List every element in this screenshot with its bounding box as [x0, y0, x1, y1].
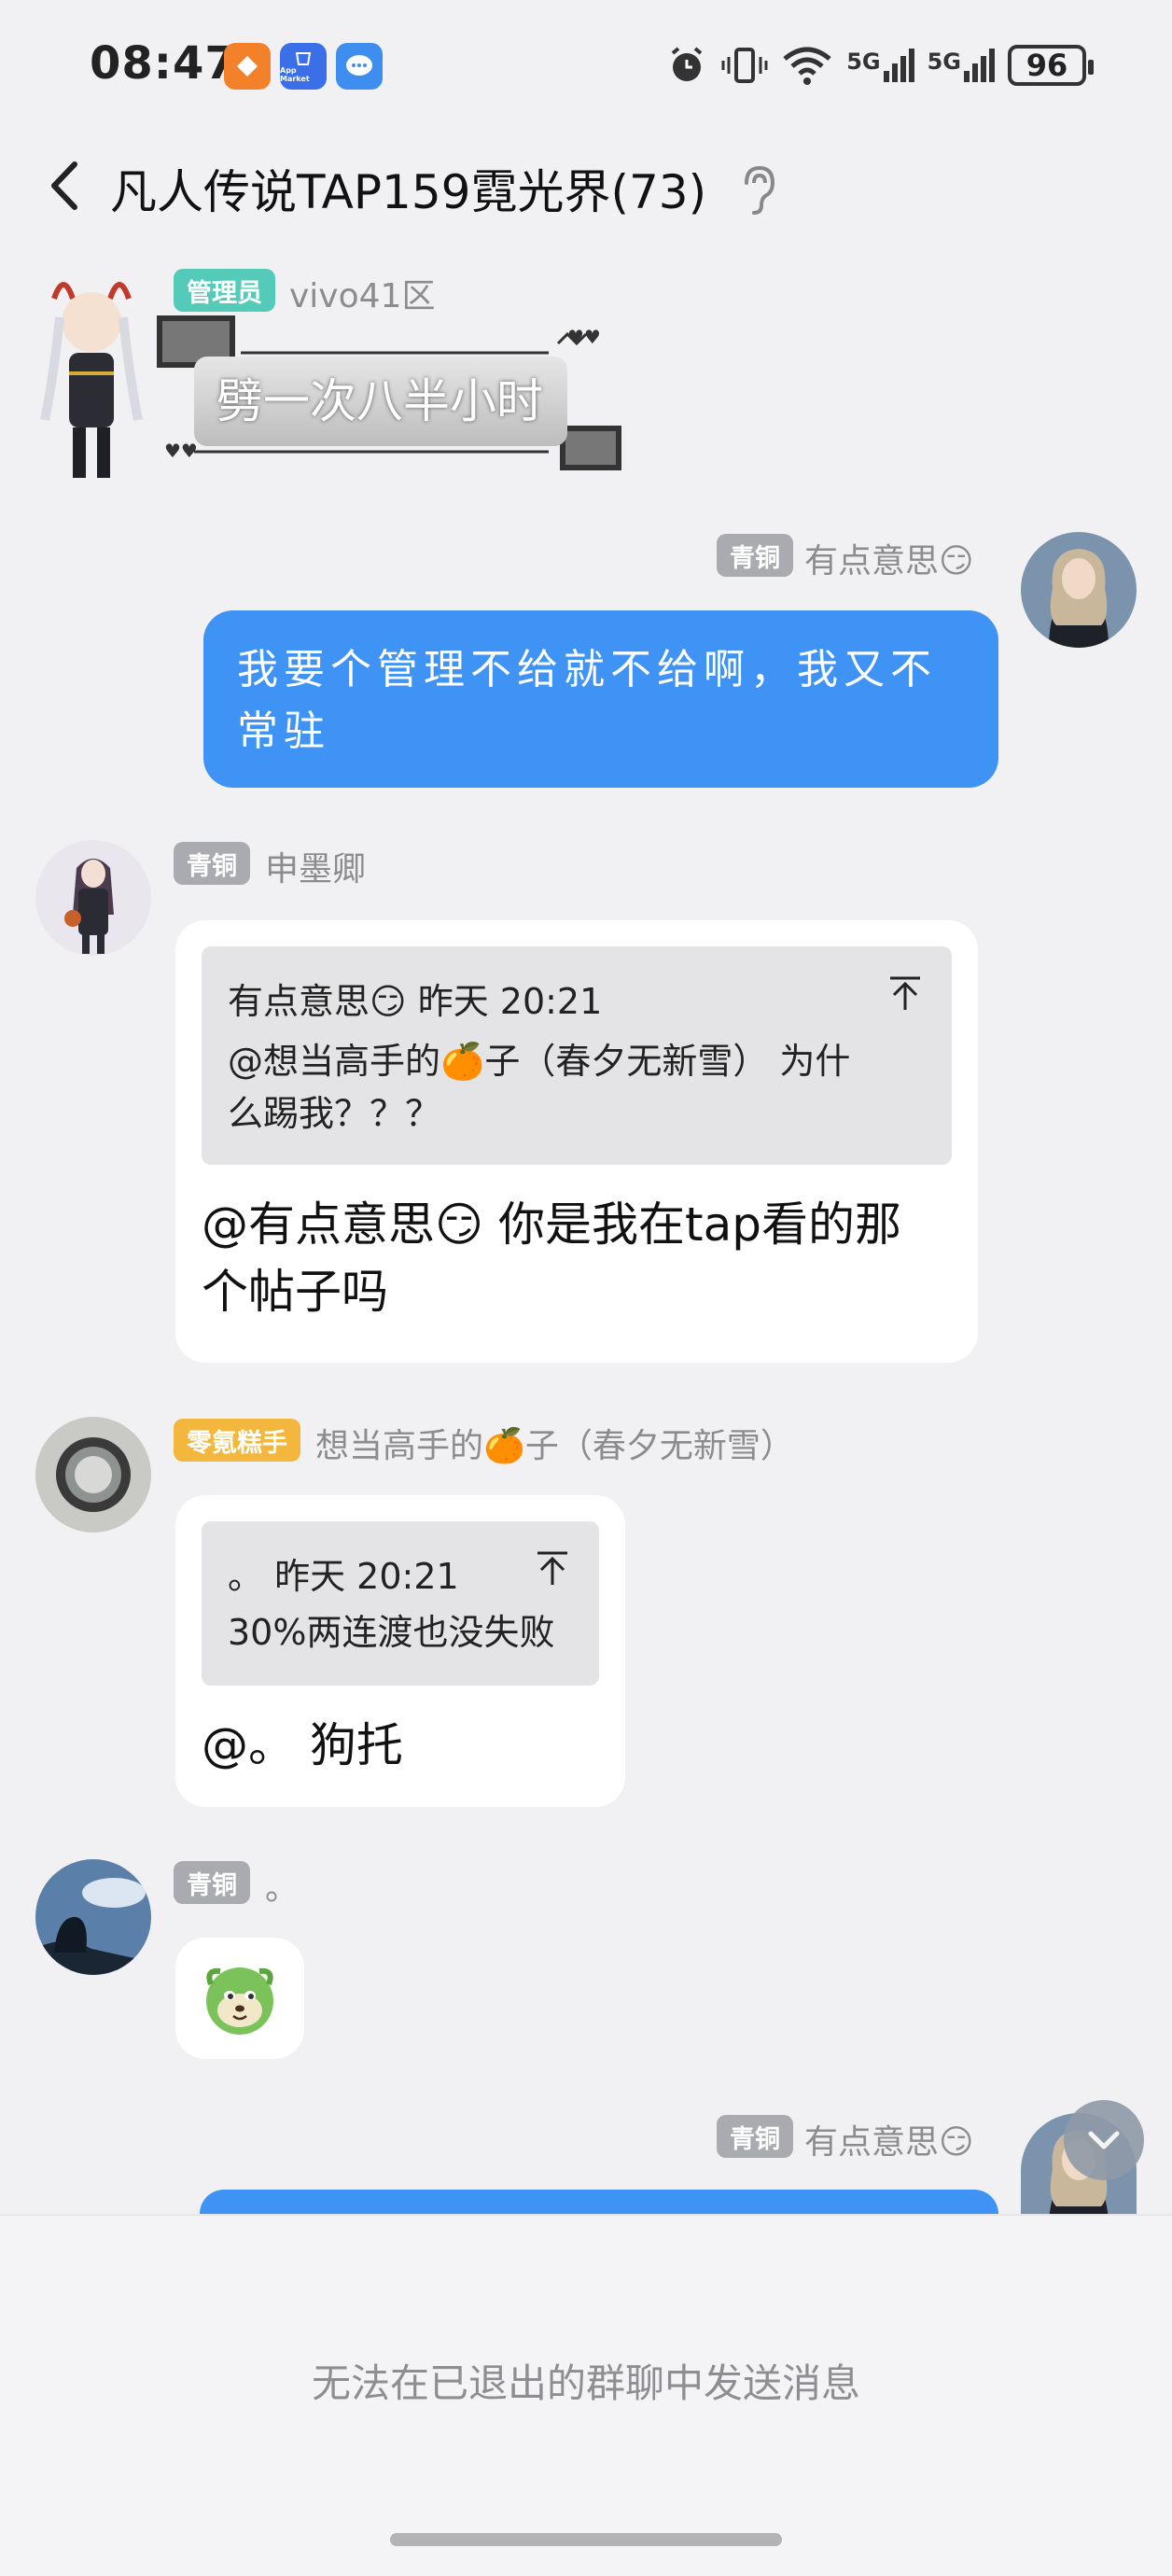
status-bar: 08:47 App Market 5G 5G 96	[0, 0, 1172, 131]
chevron-left-icon	[51, 161, 77, 210]
level-badge: 青铜	[174, 842, 250, 885]
status-icons: 5G 5G 96	[665, 37, 1094, 93]
chat-title[interactable]: 凡人传说TAP159霓光界(73)	[110, 155, 706, 222]
message-text: 劈一次八半小时	[216, 374, 543, 428]
woman-portrait-avatar-icon	[1021, 532, 1137, 648]
avatar[interactable]	[35, 1859, 151, 1975]
app-notification-icon	[224, 43, 271, 90]
left-group-notice: 无法在已退出的群聊中发送消息	[311, 2360, 860, 2406]
svg-text:♥♥: ♥♥	[567, 326, 601, 348]
sender-name[interactable]: 想当高手的🍊子（春夕无新雪）	[315, 1419, 794, 1467]
avatar[interactable]	[1021, 532, 1137, 648]
scroll-to-bottom-button[interactable]	[1064, 2100, 1144, 2180]
level-badge: 青铜	[717, 2115, 793, 2158]
message-bubble[interactable]: 有点意思😏 昨天 20:21 @想当高手的🍊子（春夕无新雪） 为什 么踢我？？？…	[175, 920, 978, 1363]
quoted-message[interactable]: 有点意思😏 昨天 20:21 @想当高手的🍊子（春夕无新雪） 为什 么踢我？？？	[202, 946, 952, 1165]
message-app-icon	[336, 43, 383, 90]
message-text-line-2: 个帖子吗	[202, 1265, 388, 1319]
signal-1: 5G	[846, 49, 914, 82]
quote-line-1: 30%两连渡也没失败	[228, 1612, 555, 1653]
quoted-message[interactable]: 。 昨天 20:21 30%两连渡也没失败	[202, 1521, 599, 1686]
sender-name[interactable]: 。	[265, 1861, 299, 1910]
message-text-line-1: @有点意思😏 你是我在tap看的那	[202, 1197, 901, 1252]
sender-name[interactable]: vivo41区	[289, 269, 435, 317]
avatar[interactable]	[35, 271, 147, 485]
decorated-bubble: ♥♥ ♥♥ 劈一次八半小时	[157, 315, 623, 474]
avatar[interactable]	[35, 1417, 151, 1533]
message-bubble[interactable]: 我要个管理不给就不给啊，我又不 常驻	[203, 610, 998, 788]
jump-to-top-icon[interactable]	[534, 1549, 571, 1587]
message-text: @。 狗托	[202, 1718, 403, 1772]
washing-machine-avatar-icon	[35, 1417, 151, 1533]
sender-name[interactable]: 有点意思😏	[804, 2115, 974, 2163]
bottom-panel: 无法在已退出的群聊中发送消息	[0, 2214, 1172, 2576]
app-market-icon: App Market	[280, 43, 327, 90]
quote-header: 有点意思😏 昨天 20:21	[228, 981, 603, 1022]
message-bubble-partial[interactable]	[200, 2190, 998, 2214]
jump-to-top-icon[interactable]	[886, 974, 924, 1012]
title-badge: 零氪糕手	[174, 1419, 300, 1462]
alarm-icon	[671, 47, 703, 81]
status-time: 08:47	[90, 37, 237, 90]
battery-indicator: 96	[1008, 45, 1094, 86]
back-button[interactable]	[34, 153, 99, 218]
quote-header: 。 昨天 20:21	[228, 1556, 459, 1597]
cabbage-dog-sticker-icon	[206, 1967, 273, 2035]
wifi-icon	[783, 47, 831, 85]
message-text-line-1: 我要个管理不给就不给啊，我又不	[237, 646, 937, 693]
ear-icon[interactable]	[737, 164, 778, 217]
sender-name[interactable]: 有点意思😏	[804, 534, 974, 582]
girl-character-avatar-icon	[35, 840, 151, 956]
sky-silhouette-avatar-icon	[35, 1859, 151, 1975]
message-text-line-2: 常驻	[237, 707, 330, 755]
avatar[interactable]	[35, 840, 151, 956]
anime-character-avatar-icon	[40, 282, 143, 478]
signal-2: 5G	[928, 49, 995, 82]
sticker-bubble[interactable]	[175, 1938, 304, 2059]
chevron-down-icon	[1088, 2131, 1120, 2149]
level-badge: 青铜	[717, 534, 793, 577]
quote-line-2: 么踢我？？？	[228, 1093, 441, 1134]
home-indicator[interactable]	[390, 2533, 782, 2546]
level-badge: 青铜	[174, 1861, 250, 1904]
chat-header: 凡人传说TAP159霓光界(73)	[0, 131, 1172, 243]
quote-line-1: @想当高手的🍊子（春夕无新雪） 为什	[228, 1041, 851, 1082]
vibrate-icon	[721, 48, 768, 83]
svg-text:♥♥: ♥♥	[164, 440, 198, 462]
message-bubble[interactable]: 。 昨天 20:21 30%两连渡也没失败 @。 狗托	[175, 1495, 625, 1807]
admin-badge: 管理员	[174, 269, 275, 312]
sender-name[interactable]: 申墨卿	[265, 842, 366, 890]
